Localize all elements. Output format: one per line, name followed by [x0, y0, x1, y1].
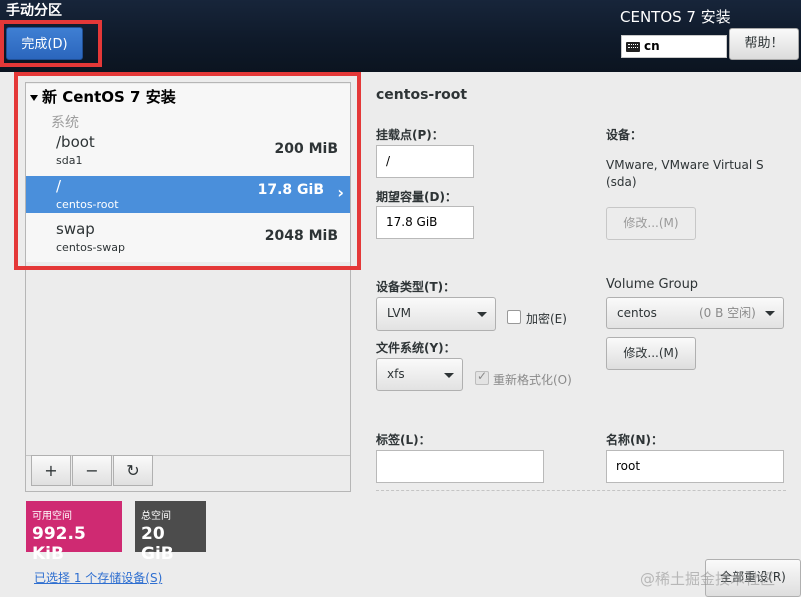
- filesystem-label: 文件系统(Y)：: [376, 341, 456, 355]
- chevron-down-icon: [765, 311, 775, 316]
- tag-label: 标签(L)：: [376, 433, 431, 447]
- available-space-box: 可用空间 992.5 KiB: [26, 501, 122, 564]
- total-space-label: 总空间: [141, 511, 171, 522]
- available-space-value: 992.5 KiB: [32, 524, 86, 564]
- filesystem-value: xfs: [387, 367, 405, 381]
- total-space-value: 20 GiB: [141, 524, 174, 564]
- product-title: CENTOS 7 安装: [620, 8, 731, 26]
- highlight-box-done: [0, 20, 102, 67]
- mount-point-label: 挂载点(P)：: [376, 128, 444, 142]
- device-value: VMware, VMware Virtual S (sda): [606, 158, 764, 189]
- available-space-label: 可用空间: [32, 511, 72, 522]
- modify-volume-group-button[interactable]: 修改...(M): [606, 337, 696, 370]
- keyboard-layout-indicator[interactable]: cn: [621, 35, 727, 58]
- device-type-select[interactable]: LVM: [376, 297, 496, 331]
- reformat-checkbox[interactable]: [475, 369, 489, 385]
- total-space-box: 总空间 20 GiB: [135, 501, 206, 564]
- selected-storage-link[interactable]: 已选择 1 个存储设备(S): [34, 569, 162, 586]
- refresh-icon[interactable]: ↻: [113, 455, 153, 486]
- tag-input[interactable]: [376, 450, 544, 483]
- volume-group-name: centos: [617, 306, 657, 320]
- divider: [376, 490, 786, 491]
- help-button[interactable]: 帮助！: [729, 28, 799, 60]
- reformat-label: 重新格式化(O): [493, 373, 572, 387]
- device-type-label: 设备类型(T)：: [376, 280, 456, 294]
- modify-device-button[interactable]: 修改...(M): [606, 207, 696, 240]
- name-label: 名称(N)：: [606, 433, 664, 447]
- encrypt-checkbox[interactable]: [507, 310, 521, 324]
- encrypt-label: 加密(E): [526, 312, 567, 326]
- device-type-value: LVM: [387, 306, 411, 320]
- volume-group-select[interactable]: centos (0 B 空闲): [606, 297, 784, 329]
- chevron-down-icon: [444, 373, 454, 378]
- page-title: 手动分区: [6, 3, 62, 16]
- keyboard-icon: [626, 41, 640, 52]
- name-input[interactable]: root: [606, 450, 784, 483]
- capacity-input[interactable]: 17.8 GiB: [376, 206, 474, 239]
- chevron-down-icon: [477, 312, 487, 317]
- capacity-label: 期望容量(D)：: [376, 190, 457, 204]
- highlight-box-partitions: [14, 72, 361, 270]
- volume-group-label: Volume Group: [606, 277, 699, 292]
- mount-point-input[interactable]: /: [376, 145, 474, 178]
- device-label: 设备：: [606, 128, 643, 142]
- filesystem-select[interactable]: xfs: [376, 358, 463, 391]
- keyboard-layout-label: cn: [644, 39, 660, 53]
- add-partition-button[interactable]: +: [31, 455, 71, 486]
- volume-group-free: (0 B 空闲): [699, 306, 756, 320]
- watermark: @稀土掘金技术社区: [640, 570, 776, 588]
- remove-partition-button[interactable]: −: [72, 455, 112, 486]
- partition-detail-title: centos-root: [376, 87, 468, 103]
